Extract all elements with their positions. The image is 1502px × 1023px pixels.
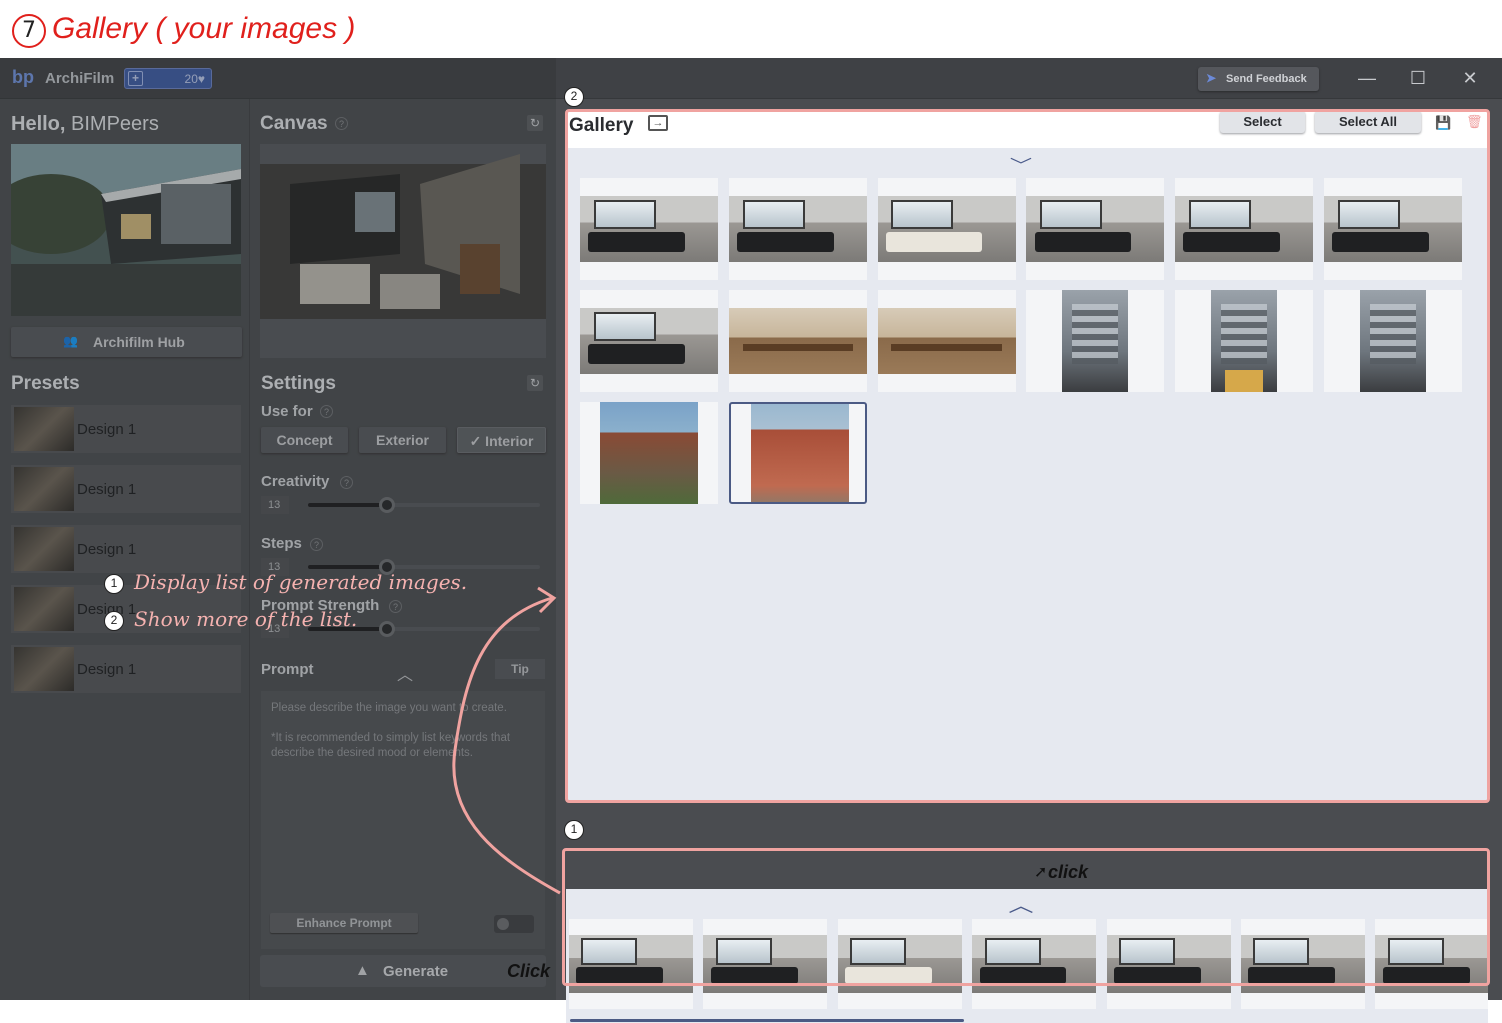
annotation-strip-highlight — [562, 848, 1490, 986]
use-for-label: Use for — [261, 403, 313, 420]
annotation-arrow — [452, 586, 561, 895]
preset-item[interactable]: Design 1 — [11, 465, 241, 513]
send-feedback-button[interactable]: ➤ Send Feedback — [1198, 67, 1319, 91]
creativity-value[interactable]: 13 — [261, 496, 289, 514]
strip-scrollbar[interactable] — [570, 1019, 964, 1022]
creativity-label: Creativity — [261, 473, 330, 490]
slider-knob[interactable] — [378, 497, 395, 513]
step-number: 7 — [12, 14, 46, 48]
presets-title: Presets — [11, 373, 80, 394]
slider-knob[interactable] — [378, 621, 395, 637]
preset-thumbnail — [14, 407, 74, 451]
preset-thumbnail — [14, 527, 74, 571]
title-bar: bp ArchiFilm + 20♥ ➤ Send Feedback — ☐ ✕ — [0, 58, 1502, 99]
app-logo: bp — [12, 67, 34, 87]
credits-count: 20♥ — [184, 72, 205, 86]
help-icon[interactable]: ? — [320, 405, 333, 418]
click-annotation: Click — [507, 961, 551, 981]
app-name: ArchiFilm — [45, 70, 115, 87]
refresh-canvas-icon[interactable]: ↻ — [527, 115, 543, 131]
preset-thumbnail — [14, 587, 74, 631]
archifilm-hub-button[interactable]: 👥 Archifilm Hub — [11, 327, 242, 357]
annotation-gallery-highlight — [565, 109, 1490, 803]
heart-icon: ♥ — [197, 72, 205, 86]
annotation-note: Display list of generated images. — [134, 570, 468, 594]
preset-item[interactable]: Design 1 — [11, 645, 241, 693]
annotation-note: Show more of the list. — [134, 607, 358, 631]
steps-slider[interactable] — [308, 559, 540, 575]
help-icon[interactable]: ? — [335, 117, 348, 130]
steps-label: Steps — [261, 535, 302, 552]
users-icon: 👥 — [63, 334, 78, 348]
cursor-icon: ➚ — [1034, 864, 1048, 881]
minimize-button[interactable]: — — [1352, 66, 1382, 90]
preset-item[interactable]: Design 1 — [11, 525, 241, 573]
canvas-title: Canvas — [260, 113, 328, 134]
generate-button[interactable]: ▲ Generate — [260, 955, 546, 987]
creativity-slider[interactable] — [308, 497, 540, 513]
sidebar: Hello, BIMPeers 👥 Archifilm Hub Presets … — [0, 99, 250, 1000]
user-name: BIMPeers — [71, 113, 159, 135]
toggle-knob — [497, 918, 509, 930]
hero-image — [11, 144, 241, 316]
close-button[interactable]: ✕ — [1455, 66, 1485, 90]
help-icon[interactable]: ? — [310, 538, 323, 551]
send-icon: ➤ — [1206, 71, 1217, 85]
enhance-prompt-button[interactable]: Enhance Prompt — [270, 913, 418, 933]
maximize-button[interactable]: ☐ — [1403, 66, 1433, 90]
collapse-prompt-icon[interactable]: ︿ — [397, 661, 413, 685]
help-icon[interactable]: ? — [340, 476, 353, 489]
interior-button[interactable]: ✓ Interior — [457, 427, 546, 453]
preset-item[interactable]: Design 1 — [11, 405, 241, 453]
credits-badge[interactable]: + 20♥ — [124, 68, 212, 89]
help-icon[interactable]: ? — [389, 600, 402, 613]
tutorial-title: Gallery ( your images ) — [52, 12, 356, 45]
click-annotation: click — [1048, 862, 1089, 882]
enhance-toggle[interactable] — [494, 915, 534, 933]
preset-thumbnail — [14, 467, 74, 511]
annotation-note-number: 1 — [104, 574, 124, 594]
send-feedback-label: Send Feedback — [1226, 73, 1307, 85]
tutorial-header: 7 Gallery ( your images ) — [0, 0, 1502, 58]
greeting: Hello, BIMPeers — [11, 113, 159, 135]
refresh-settings-icon[interactable]: ↻ — [527, 375, 543, 391]
annotation-marker: 1 — [564, 820, 584, 840]
plus-icon[interactable]: + — [128, 71, 143, 86]
concept-button[interactable]: Concept — [261, 427, 348, 453]
annotation-marker: 2 — [564, 87, 584, 107]
settings-title: Settings — [261, 373, 336, 394]
prompt-title: Prompt — [261, 661, 314, 678]
exterior-button[interactable]: Exterior — [359, 427, 446, 453]
mountain-icon: ▲ — [355, 962, 370, 979]
preset-thumbnail — [14, 647, 74, 691]
annotation-note-number: 2 — [104, 611, 124, 631]
canvas-area[interactable] — [260, 144, 546, 358]
